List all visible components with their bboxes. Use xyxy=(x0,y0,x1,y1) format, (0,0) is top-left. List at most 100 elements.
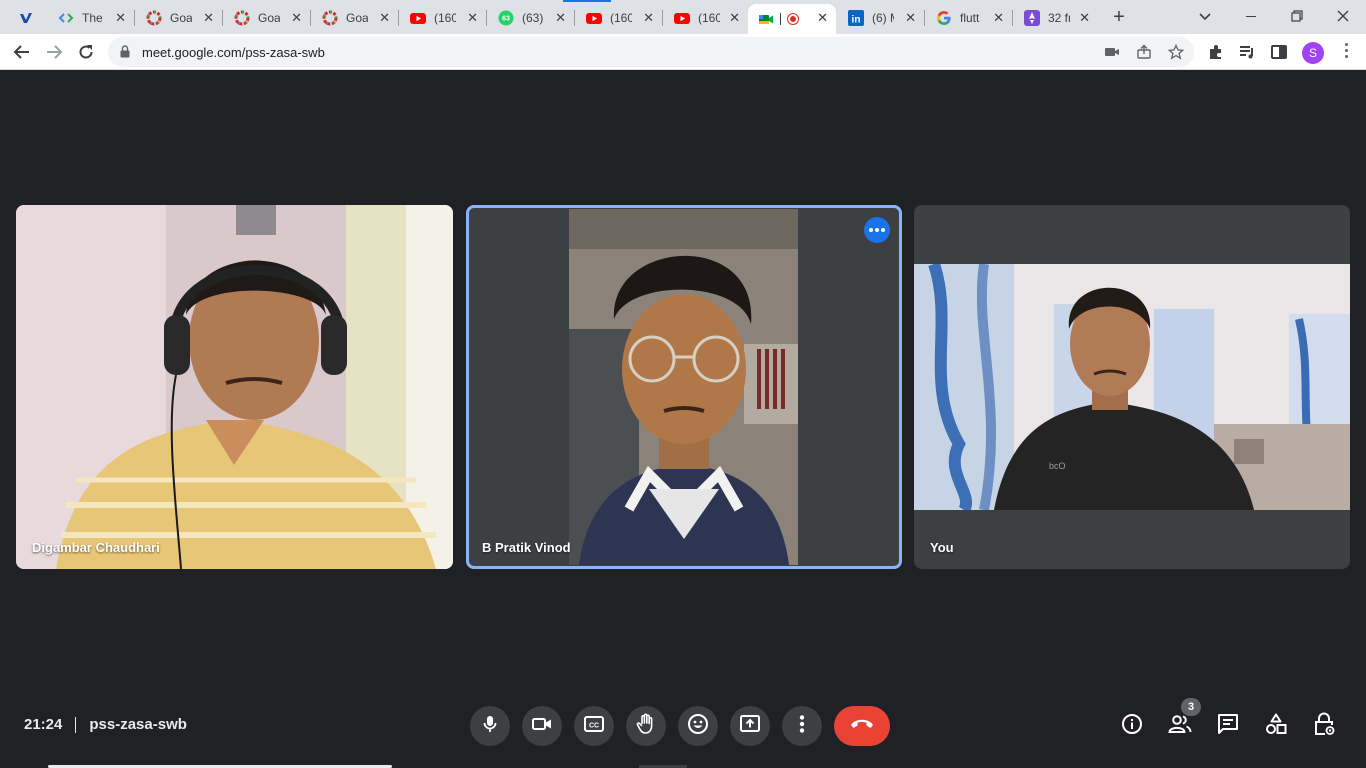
close-tab-icon[interactable]: ✕ xyxy=(729,11,740,25)
address-bar[interactable]: meet.google.com/pss-zasa-swb xyxy=(108,37,1194,67)
close-tab-icon[interactable]: ✕ xyxy=(291,11,302,25)
people-button[interactable] xyxy=(1168,714,1192,738)
tab-divider xyxy=(310,10,311,26)
participant-tile-active-speaker[interactable]: B Pratik Vinod xyxy=(466,205,902,569)
meeting-details-button[interactable] xyxy=(1120,713,1144,740)
tab-loading-indicator xyxy=(563,0,611,2)
meeting-details-icon xyxy=(1121,713,1143,740)
tab-title: Goal xyxy=(170,11,192,25)
people-icon xyxy=(1168,713,1192,740)
present-button[interactable] xyxy=(730,706,770,746)
google-meet-icon xyxy=(758,11,774,27)
whatsapp-icon: 63 xyxy=(498,10,514,26)
tab-divider xyxy=(924,10,925,26)
camera-button[interactable] xyxy=(522,706,562,746)
close-tab-icon[interactable]: ✕ xyxy=(115,11,126,25)
back-icon[interactable] xyxy=(10,40,34,64)
close-window-icon[interactable] xyxy=(1332,5,1354,27)
self-view-tile[interactable]: bcO You xyxy=(914,205,1350,569)
google-code-icon xyxy=(58,10,74,26)
participant-tile[interactable]: Digambar Chaudhari xyxy=(16,205,453,569)
tab-title: Goal xyxy=(258,11,280,25)
participant-video xyxy=(569,209,798,565)
tab-search-icon[interactable] xyxy=(1194,5,1216,27)
minimize-icon[interactable] xyxy=(1240,5,1262,27)
emoji-reaction-icon xyxy=(687,713,709,740)
browser-menu-icon[interactable] xyxy=(1344,43,1350,61)
close-tab-icon[interactable]: ✕ xyxy=(993,11,1004,25)
forward-icon[interactable] xyxy=(42,40,66,64)
bookmark-star-icon[interactable] xyxy=(1167,43,1185,60)
browser-tab[interactable]: (160 ✕ xyxy=(664,4,748,32)
close-tab-icon[interactable]: ✕ xyxy=(467,11,478,25)
more-options-button[interactable] xyxy=(782,706,822,746)
tab-divider xyxy=(1012,10,1013,26)
chat-icon xyxy=(1217,713,1239,740)
browser-tab[interactable]: The ✕ xyxy=(48,4,134,32)
chat-button[interactable] xyxy=(1216,713,1240,740)
tab-divider xyxy=(662,10,663,26)
participant-count-badge: 3 xyxy=(1181,698,1201,716)
tab-title: 32 fr xyxy=(1048,11,1070,25)
meeting-code: pss-zasa-swb xyxy=(89,716,187,733)
browser-tab[interactable] xyxy=(8,4,52,32)
browser-tab[interactable]: Goal ✕ xyxy=(136,4,222,32)
browser-tab[interactable]: (160 ✕ xyxy=(576,4,662,32)
captions-icon: CC xyxy=(583,714,605,739)
browser-tab[interactable]: in (6) M ✕ xyxy=(838,4,924,32)
microphone-button[interactable] xyxy=(470,706,510,746)
new-tab-button[interactable]: + xyxy=(1110,6,1128,28)
media-controls-icon[interactable] xyxy=(1238,43,1256,61)
close-tab-icon[interactable]: ✕ xyxy=(817,11,828,25)
tab-divider xyxy=(574,10,575,26)
tab-title: (160 xyxy=(610,11,632,25)
close-tab-icon[interactable]: ✕ xyxy=(379,11,390,25)
close-tab-icon[interactable]: ✕ xyxy=(555,11,566,25)
tab-title: (160 xyxy=(698,11,720,25)
lock-icon[interactable] xyxy=(120,45,130,63)
camera-permission-icon[interactable] xyxy=(1104,44,1120,60)
browser-tab[interactable]: 32 fr ✕ xyxy=(1014,4,1098,32)
reload-icon[interactable] xyxy=(74,40,98,64)
close-tab-icon[interactable]: ✕ xyxy=(643,11,654,25)
browser-tab[interactable]: Goal ✕ xyxy=(224,4,310,32)
svg-text:bcO: bcO xyxy=(1049,461,1066,471)
activities-icon xyxy=(1265,713,1287,740)
meeting-info-divider xyxy=(75,716,77,733)
close-tab-icon[interactable]: ✕ xyxy=(1079,11,1090,25)
profile-avatar[interactable]: S xyxy=(1302,42,1324,64)
url-text: meet.google.com/pss-zasa-swb xyxy=(142,45,325,60)
vimeo-v-icon xyxy=(18,10,34,26)
raise-hand-button[interactable] xyxy=(626,706,666,746)
captions-button[interactable]: CC xyxy=(574,706,614,746)
browser-tab[interactable]: (160 ✕ xyxy=(400,4,486,32)
youtube-icon xyxy=(674,10,690,26)
svg-text:CC: CC xyxy=(589,722,599,729)
tab-divider xyxy=(222,10,223,26)
participant-name: You xyxy=(930,540,954,555)
microphone-icon xyxy=(480,714,500,739)
host-controls-button[interactable] xyxy=(1312,712,1336,738)
browser-tab[interactable]: flutt ✕ xyxy=(926,4,1012,32)
self-video: bcO xyxy=(914,264,1350,510)
close-tab-icon[interactable]: ✕ xyxy=(905,11,916,25)
participant-video xyxy=(16,205,453,569)
activities-button[interactable] xyxy=(1264,713,1288,740)
reactions-button[interactable] xyxy=(678,706,718,746)
end-call-button[interactable] xyxy=(834,706,890,746)
browser-tab[interactable]: 63 (63) ✕ xyxy=(488,4,574,32)
rocket-icon xyxy=(1024,10,1040,26)
extensions-icon[interactable] xyxy=(1207,43,1225,61)
participant-name: B Pratik Vinod xyxy=(482,540,571,555)
more-options-icon[interactable] xyxy=(864,217,890,243)
youtube-icon xyxy=(410,10,426,26)
meeting-time: 21:24 xyxy=(24,716,63,733)
browser-tab-active[interactable]: ✕ xyxy=(748,4,836,34)
side-panel-icon[interactable] xyxy=(1270,43,1288,61)
restore-icon[interactable] xyxy=(1286,5,1308,27)
close-tab-icon[interactable]: ✕ xyxy=(203,11,214,25)
share-icon[interactable] xyxy=(1136,44,1152,60)
sdg-wheel-icon xyxy=(322,10,338,26)
browser-tab[interactable]: Goal ✕ xyxy=(312,4,398,32)
svg-text:in: in xyxy=(852,15,861,26)
